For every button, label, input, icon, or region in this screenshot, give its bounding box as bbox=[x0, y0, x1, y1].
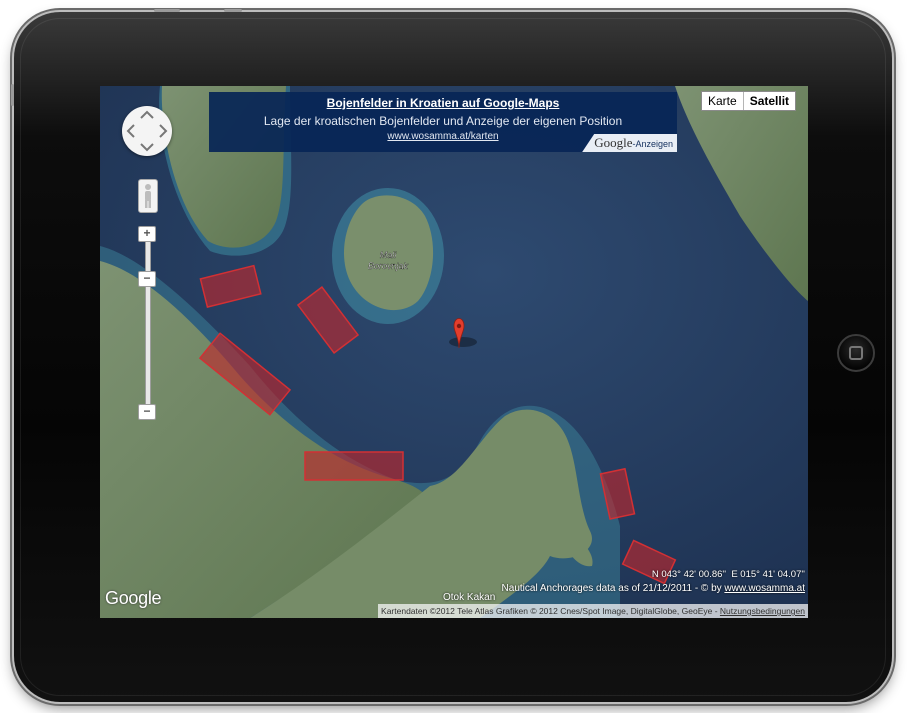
latitude-readout: N 043° 42' 00.86'' bbox=[651, 569, 727, 580]
zoom-slider-handle[interactable]: − bbox=[138, 271, 156, 287]
pan-arrows-icon bbox=[126, 110, 168, 152]
mooring-field-4[interactable] bbox=[304, 451, 404, 481]
cursor-coordinates: N 043° 42' 00.86'' E 015° 41' 04.07'' bbox=[652, 569, 805, 580]
power-button bbox=[154, 9, 180, 12]
nautical-text: Nautical Anchorages data as of 21/12/201… bbox=[501, 583, 722, 594]
street-view-pegman[interactable] bbox=[138, 179, 158, 213]
zoom-slider-track[interactable] bbox=[145, 240, 151, 412]
banner-title[interactable]: Bojenfelder in Kroatien auf Google-Maps bbox=[209, 96, 677, 110]
zoom-out-button[interactable]: − bbox=[138, 404, 156, 420]
nautical-data-note: Nautical Anchorages data as of 21/12/201… bbox=[502, 583, 805, 594]
pegman-icon bbox=[145, 184, 151, 208]
ads-label: -Anzeigen bbox=[632, 139, 673, 149]
label-otok-kakan: Otok Kakan bbox=[443, 592, 496, 603]
banner-subtitle: Lage der kroatischen Bojenfelder und Anz… bbox=[263, 114, 623, 128]
attribution-text: Kartendaten ©2012 Tele Atlas Grafiken © … bbox=[381, 606, 718, 616]
label-mali: Mali bbox=[380, 250, 398, 260]
longitude-readout: E 015° 41' 04.07'' bbox=[731, 569, 805, 580]
volume-button bbox=[11, 84, 14, 106]
satellite-map[interactable]: Mali Borovnjak bbox=[100, 86, 808, 618]
google-logo[interactable]: Google bbox=[105, 588, 162, 609]
ads-google-text: Google bbox=[594, 135, 633, 150]
map-attribution: Kartendaten ©2012 Tele Atlas Grafiken © … bbox=[378, 604, 808, 618]
nautical-link[interactable]: www.wosamma.at bbox=[724, 583, 805, 594]
label-borovnjak: Borovnjak bbox=[368, 261, 409, 271]
info-banner: Bojenfelder in Kroatien auf Google-Maps … bbox=[209, 92, 677, 152]
google-ads-badge[interactable]: Google-Anzeigen bbox=[582, 134, 677, 152]
home-button[interactable] bbox=[837, 334, 875, 372]
terms-link[interactable]: Nutzungsbedingungen bbox=[720, 606, 805, 616]
map-viewport[interactable]: Mali Borovnjak Bojenfelder in Kroatien a… bbox=[100, 86, 808, 618]
map-type-control: Karte Satellit bbox=[701, 91, 797, 111]
mute-switch bbox=[224, 9, 242, 12]
map-type-satellite-button[interactable]: Satellit bbox=[742, 92, 795, 110]
zoom-in-button[interactable]: + bbox=[138, 226, 156, 242]
map-type-karte-button[interactable]: Karte bbox=[702, 92, 743, 110]
pan-control[interactable] bbox=[122, 106, 172, 156]
